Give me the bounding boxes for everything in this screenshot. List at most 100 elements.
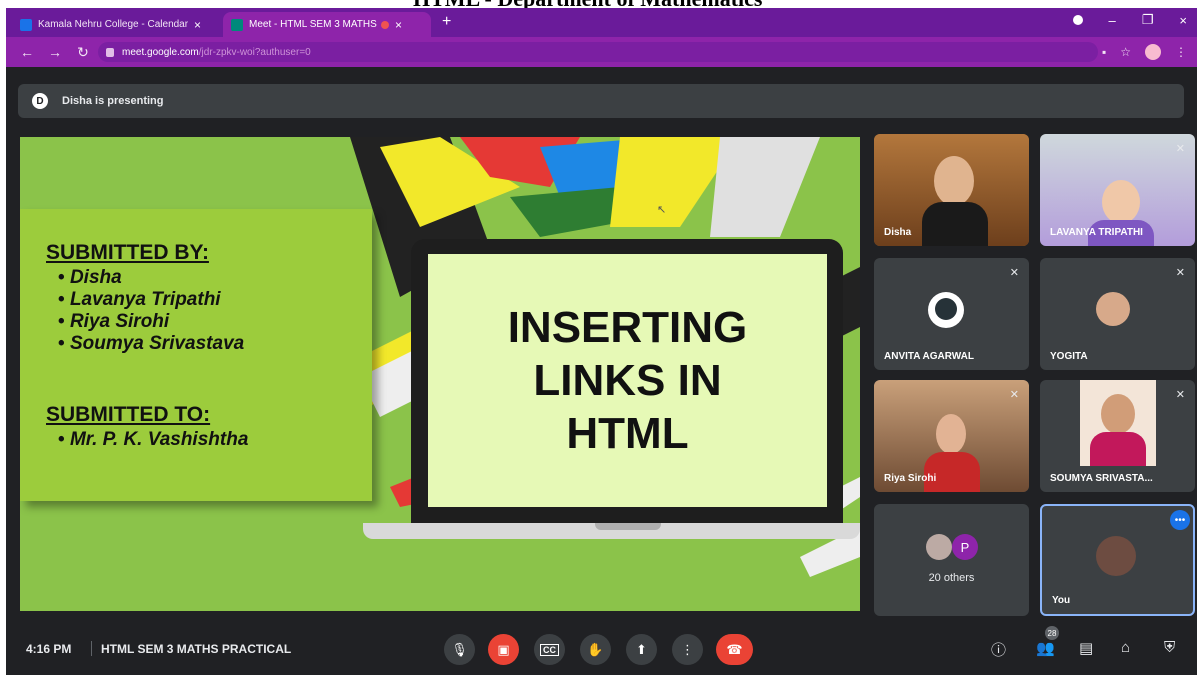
participant-tile[interactable]: Disha	[874, 134, 1029, 246]
submitted-by-list: Disha Lavanya Tripathi Riya Sirohi Soumy…	[58, 267, 244, 355]
participant-name: ANVITA AGARWAL	[884, 351, 974, 362]
mic-muted-icon: ✕	[1175, 389, 1185, 401]
participant-name: SOUMYA SRIVASTA...	[1050, 473, 1153, 484]
submission-card: SUBMITTED BY: Disha Lavanya Tripathi Riy…	[20, 209, 372, 501]
presenting-banner: D Disha is presenting	[18, 84, 1184, 118]
lock-icon	[106, 47, 114, 57]
participant-name: Riya Sirohi	[884, 473, 937, 484]
participant-body	[924, 452, 980, 492]
profile-avatar[interactable]	[1145, 44, 1161, 60]
self-tile[interactable]: ••• You	[1040, 504, 1195, 616]
info-icon[interactable]: ⓘ	[991, 639, 1006, 660]
participant-tile[interactable]: ✕ LAVANYA TRIPATHI	[1040, 134, 1195, 246]
camera-in-use-icon[interactable]: ▪	[1102, 45, 1106, 59]
present-button[interactable]: ⬆	[626, 634, 657, 665]
participant-face	[936, 414, 966, 454]
close-window-button[interactable]: ×	[1179, 13, 1187, 28]
tab-close-icon[interactable]: ×	[395, 18, 402, 32]
tab-strip: Kamala Nehru College - Calendar × Meet -…	[6, 8, 1197, 37]
laptop-notch	[595, 523, 661, 530]
participant-avatar	[926, 534, 952, 560]
leave-call-button[interactable]: ☎	[716, 634, 753, 665]
captions-button[interactable]: CC	[534, 634, 565, 665]
minimize-button[interactable]: –	[1109, 13, 1116, 28]
activities-icon[interactable]: ⌂	[1121, 639, 1130, 656]
raise-hand-button[interactable]: ✋	[580, 634, 611, 665]
mic-muted-icon: ✕	[1009, 267, 1019, 279]
extension-icon[interactable]	[1072, 15, 1083, 25]
mouse-cursor-icon: ↖	[657, 204, 667, 216]
submitted-by-heading: SUBMITTED BY:	[46, 241, 209, 264]
list-item: Soumya Srivastava	[58, 333, 244, 355]
mic-muted-icon: ✕	[1175, 143, 1185, 155]
more-options-button[interactable]: ⋮	[672, 634, 703, 665]
microphone-icon: 🎙	[451, 641, 468, 657]
url-path: /jdr-zpkv-woi?authuser=0	[198, 46, 311, 58]
participant-name: LAVANYA TRIPATHI	[1050, 227, 1143, 238]
participant-tile[interactable]: ✕ Riya Sirohi	[874, 380, 1029, 492]
participant-name: You	[1052, 595, 1071, 606]
list-item: Lavanya Tripathi	[58, 289, 244, 311]
new-tab-button[interactable]: +	[442, 13, 451, 31]
presenter-avatar: D	[32, 93, 48, 109]
restore-button[interactable]: ❐	[1142, 12, 1154, 28]
others-count-label: 20 others	[928, 572, 975, 584]
mic-muted-icon: ✕	[1009, 389, 1019, 401]
tab-close-icon[interactable]: ×	[194, 18, 201, 32]
people-count-badge: 28	[1045, 626, 1059, 640]
mic-muted-icon: ✕	[1175, 267, 1185, 279]
url-host: meet.google.com	[122, 46, 199, 58]
meet-favicon-icon	[231, 18, 243, 31]
browser-window: Kamala Nehru College - Calendar × Meet -…	[6, 8, 1197, 675]
microphone-button[interactable]: 🎙	[444, 634, 475, 665]
list-item: Mr. P. K. Vashishtha	[58, 429, 248, 451]
more-options-icon: ⋮	[681, 641, 694, 657]
meeting-controls-bar: 4:16 PM HTML SEM 3 MATHS PRACTICAL 🎙 ▣ C…	[6, 623, 1197, 675]
meeting-time: 4:16 PM	[26, 642, 72, 656]
presenting-text: Disha is presenting	[62, 95, 164, 107]
camera-off-button[interactable]: ▣	[488, 634, 519, 665]
browser-menu-icon[interactable]: ⋮	[1175, 45, 1187, 59]
meeting-name: HTML SEM 3 MATHS PRACTICAL	[101, 642, 292, 656]
tab-title: Meet - HTML SEM 3 MATHS	[249, 19, 377, 30]
people-icon[interactable]: 👥	[1036, 639, 1055, 657]
more-options-icon[interactable]: •••	[1170, 510, 1190, 530]
others-tile[interactable]: P 20 others	[874, 504, 1029, 616]
participant-body	[1090, 432, 1146, 466]
submitted-to-heading: SUBMITTED TO:	[46, 403, 211, 426]
reload-icon[interactable]: ↻	[76, 44, 90, 61]
captions-icon: CC	[540, 643, 559, 656]
page-banner: HTML - Department of Mathematics	[0, 0, 1203, 8]
participant-tile[interactable]: ✕ SOUMYA SRIVASTA...	[1040, 380, 1195, 492]
participant-avatar	[1096, 292, 1130, 326]
participant-face	[934, 156, 974, 206]
list-item: Disha	[58, 267, 244, 289]
participant-name: YOGITA	[1050, 351, 1088, 362]
divider	[91, 641, 92, 656]
bookmark-star-icon[interactable]: ☆	[1120, 45, 1131, 59]
calendar-favicon-icon	[20, 18, 32, 31]
participant-tile[interactable]: ✕ YOGITA	[1040, 258, 1195, 370]
tab-title: Kamala Nehru College - Calendar	[38, 19, 188, 30]
tab-meet[interactable]: Meet - HTML SEM 3 MATHS ×	[223, 12, 431, 37]
browser-toolbar: ← → ↻ meet.google.com /jdr-zpkv-woi?auth…	[6, 37, 1197, 67]
participant-avatar: P	[952, 534, 978, 560]
leave-call-icon: ☎	[726, 641, 743, 657]
list-item: Riya Sirohi	[58, 311, 244, 333]
host-controls-icon[interactable]: ⛨	[1164, 639, 1175, 656]
forward-arrow-icon[interactable]: →	[48, 44, 62, 60]
back-arrow-icon[interactable]: ←	[20, 44, 34, 60]
presentation-slide: SUBMITTED BY: Disha Lavanya Tripathi Riy…	[20, 137, 860, 611]
participant-name: Disha	[884, 227, 912, 238]
participant-tile[interactable]: ✕ ANVITA AGARWAL	[874, 258, 1029, 370]
participant-avatar	[1096, 536, 1136, 576]
window-controls: – ❐ ×	[1072, 12, 1187, 28]
tab-calendar[interactable]: Kamala Nehru College - Calendar ×	[12, 12, 219, 37]
submitted-to-list: Mr. P. K. Vashishtha	[58, 429, 248, 451]
camera-off-icon: ▣	[497, 641, 510, 657]
present-screen-icon: ⬆	[636, 641, 647, 657]
chat-icon[interactable]: ▤	[1079, 639, 1093, 657]
slide-title: INSERTING LINKS IN HTML	[428, 254, 827, 507]
toolbar-actions: ▪ ☆ ⋮	[1102, 44, 1187, 60]
address-bar[interactable]: meet.google.com /jdr-zpkv-woi?authuser=0	[98, 42, 1098, 62]
